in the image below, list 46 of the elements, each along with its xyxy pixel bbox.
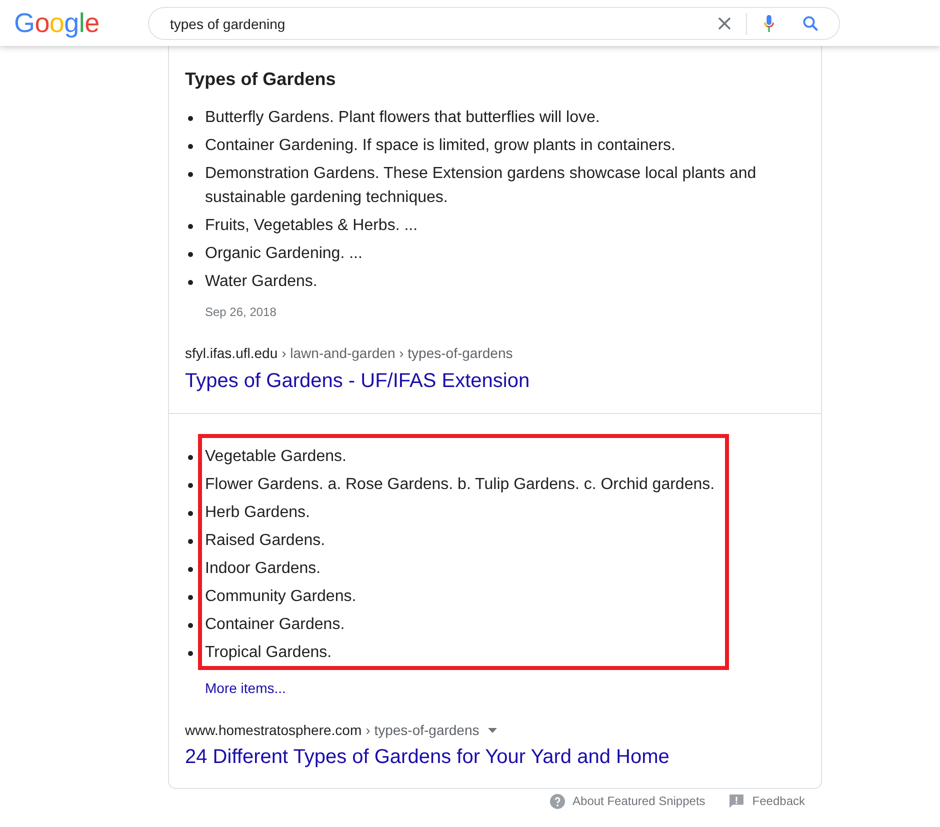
close-icon[interactable] <box>718 17 731 30</box>
snippet-list-item: Indoor Gardens. <box>205 559 321 579</box>
help-icon <box>550 794 565 808</box>
snippet-list-item: Flower Gardens. a. Rose Gardens. b. Tulip Gardens. c. Orchid gardens. <box>205 475 715 495</box>
bullet-icon <box>188 539 193 544</box>
bullet-icon <box>188 567 193 572</box>
result-title-link[interactable]: Types of Gardens - UF/IFAS Extension <box>185 368 530 394</box>
snippet-list-item: Water Gardens. <box>205 272 318 292</box>
bullet-icon <box>188 280 193 285</box>
result-url: sfyl.ifas.ufl.edu › lawn-and-garden › types-of-gardens <box>185 344 513 363</box>
snippet-list-item: Herb Gardens. <box>205 503 310 523</box>
bullet-icon <box>188 224 193 229</box>
google-logo[interactable]: Google <box>14 10 148 36</box>
snippet-heading: Types of Gardens <box>185 68 336 91</box>
search-box[interactable]: types of gardening <box>148 7 840 40</box>
snippet-list-item: Vegetable Gardens. <box>205 447 346 467</box>
bullet-icon <box>188 144 193 149</box>
snippet-list-item: Tropical Gardens. <box>205 643 332 663</box>
result-title-link[interactable]: 24 Different Types of Gardens for Your Yard and Home <box>185 744 670 770</box>
bullet-icon <box>188 172 193 177</box>
snippet-list-item: Raised Gardens. <box>205 531 326 551</box>
snippet-list-item: Container Gardening. If space is limited, grow plants in containers. <box>205 136 676 156</box>
feedback-icon <box>729 794 744 808</box>
snippet-list-item: Fruits, Vegetables & Herbs. ... <box>205 216 418 236</box>
snippet-list-item: Community Gardens. <box>205 587 356 607</box>
bullet-icon <box>188 252 193 257</box>
snippet-list-item: Butterfly Gardens. Plant flowers that butterflies will love. <box>205 108 600 128</box>
bullet-icon <box>188 116 193 121</box>
caret-icon[interactable] <box>488 728 498 732</box>
snippet-date: Sep 26, 2018 <box>205 304 276 321</box>
search-icon[interactable] <box>803 16 818 31</box>
bullet-icon <box>188 511 193 516</box>
feedback-link[interactable]: Feedback <box>729 791 805 811</box>
microphone-icon[interactable] <box>764 15 774 32</box>
bullet-icon <box>188 483 193 488</box>
bullet-icon <box>188 455 193 460</box>
bullet-icon <box>188 651 193 656</box>
bullet-icon <box>188 595 193 600</box>
snippet-list-item: Demonstration Gardens. These Extension gardens showcase local plants and sustainable gardening techniques. <box>205 164 758 208</box>
bullet-icon <box>188 623 193 628</box>
snippet-list-item: Organic Gardening. ... <box>205 244 362 264</box>
search-field[interactable]: types of gardening <box>149 10 718 38</box>
more-items-link[interactable]: More items... <box>205 678 286 698</box>
snippet-list-item: Container Gardens. <box>205 615 345 635</box>
result-url: www.homestratosphere.com › types-of-gardens <box>185 721 480 740</box>
about-snippets-link[interactable]: About Featured Snippets <box>550 791 706 811</box>
